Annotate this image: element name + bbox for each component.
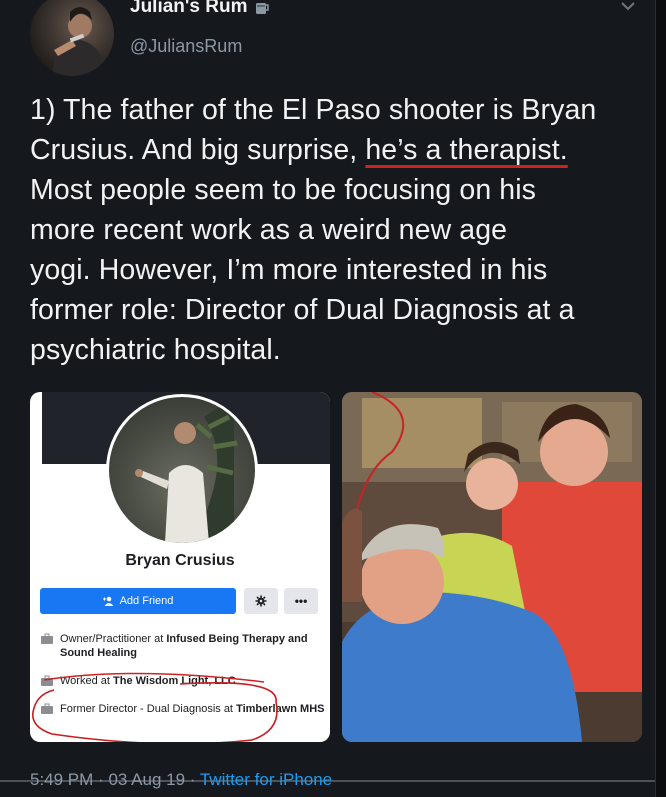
family-photo-image — [342, 392, 642, 742]
underlined-phrase: he’s a therapist. — [365, 134, 568, 166]
tweet-date[interactable]: 03 Aug 19 — [108, 770, 185, 789]
author-display-name[interactable]: Julian's Rum — [130, 0, 248, 18]
tweet-line: Most people seem to be focusing on his — [30, 174, 537, 206]
chevron-down-icon[interactable] — [620, 0, 636, 12]
tweet-line: yogi. However, I’m more interested in hi… — [30, 254, 548, 286]
tweet-line: psychiatric hospital. — [30, 334, 281, 366]
meta-separator: · — [189, 770, 196, 789]
tweet: Julian's Rum @JuliansRum 1) The father o… — [0, 0, 656, 797]
tweet-source[interactable]: Twitter for iPhone — [200, 770, 332, 789]
mug-icon — [255, 3, 269, 14]
window-edge — [655, 0, 666, 797]
tweet-text: 1) The father of the El Paso shooter is … — [30, 90, 640, 370]
tweet-line: more recent work as a weird new age — [30, 214, 508, 246]
tweet-metadata: 5:49 PM · 03 Aug 19 · Twitter for iPhone — [30, 770, 332, 790]
tweet-time[interactable]: 5:49 PM — [30, 770, 93, 789]
tweet-line: 1) The father of the El Paso shooter is … — [30, 94, 597, 126]
author-name-row[interactable]: Julian's Rum — [130, 0, 270, 18]
media-profile-screenshot[interactable]: Bryan Crusius Add Friend ••• Owner/Pract… — [30, 392, 330, 742]
tweet-line: Crusius. And big surprise, he’s a therap… — [30, 130, 640, 170]
meta-separator: · — [98, 770, 104, 789]
avatar[interactable] — [30, 0, 114, 76]
avatar-photo — [52, 7, 108, 76]
media-family-photo[interactable] — [342, 392, 642, 742]
tweet-line: former role: Director of Dual Diagnosis … — [30, 294, 575, 326]
red-annotation-marks — [32, 672, 278, 742]
tweet-line-part: Crusius. And big surprise, — [30, 134, 366, 166]
author-handle[interactable]: @JuliansRum — [130, 36, 242, 57]
